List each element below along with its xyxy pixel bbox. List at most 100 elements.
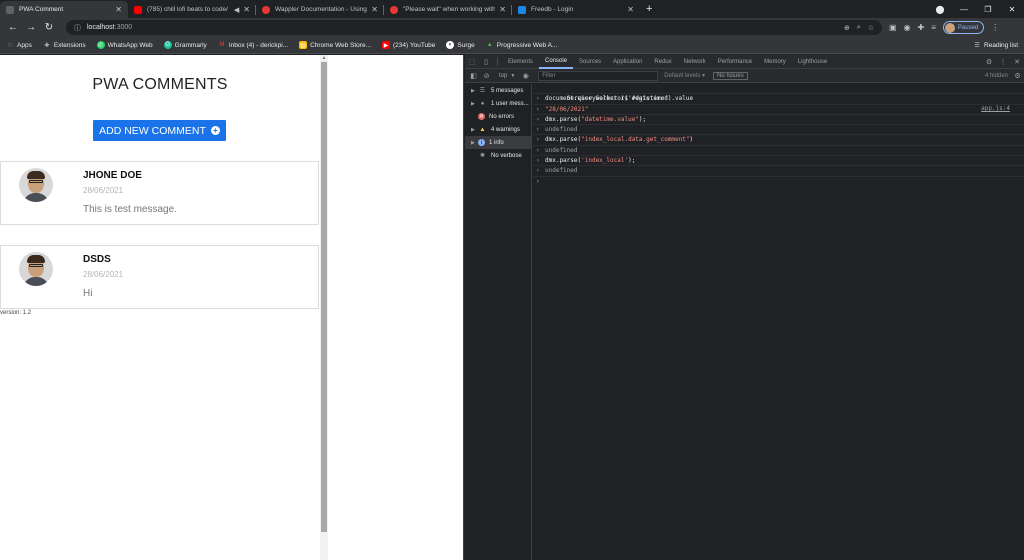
address-bar[interactable]: ⓘ localhost :3000 ⊕ ⌕ ☆ (66, 20, 882, 35)
tab-application[interactable]: Application (607, 55, 648, 69)
tab-freedb-login[interactable]: Freedb - Login ✕ (512, 1, 640, 18)
tab-network[interactable]: Network (678, 55, 712, 69)
gear-icon[interactable]: ⚙ (982, 58, 996, 66)
scrollbar-thumb[interactable] (321, 62, 327, 532)
close-icon[interactable]: ✕ (499, 5, 506, 14)
issues-button[interactable]: No Issues (713, 71, 748, 80)
sidebar-item-messages[interactable]: ▶ ☰ 5 messages (465, 84, 531, 97)
tab-memory[interactable]: Memory (758, 55, 792, 69)
close-icon[interactable]: ✕ (627, 5, 634, 14)
devtools-tabs: ⬚ ▯ Elements Console Sources Application… (465, 55, 1024, 69)
tab-title: PWA Comment (19, 6, 64, 13)
restore-icon[interactable]: ❐ (976, 5, 1000, 14)
forward-icon[interactable]: → (22, 22, 40, 33)
bookmarks-bar: ⁙ Apps ✚ Extensions ✆ WhatsApp Web G Grammar… (0, 37, 1024, 54)
tab-please-wait[interactable]: "Please wait" when working with ✕ (384, 1, 512, 18)
database-favicon-icon (518, 5, 526, 14)
add-comment-button[interactable]: ADD NEW COMMENT + (93, 120, 226, 141)
bookmark-apps[interactable]: ⁙ Apps (6, 41, 31, 49)
sidebar-toggle-icon[interactable]: ◧ (467, 72, 480, 80)
bookmark-surge[interactable]: ◐ Surge (446, 41, 475, 49)
bookmark-grammarly[interactable]: G Grammarly (163, 41, 207, 49)
close-icon[interactable]: ✕ (371, 5, 378, 14)
clear-console-icon[interactable]: ⊘ (480, 72, 493, 80)
media-icon[interactable]: ≡ (931, 23, 936, 32)
tab-lighthouse[interactable]: Lighthouse (792, 55, 833, 69)
close-icon[interactable]: ✕ (1010, 58, 1024, 66)
sidebar-item-warnings[interactable]: ▶ ▲ 4 warnings (465, 123, 531, 136)
blank-area (328, 55, 464, 560)
device-toolbar-icon[interactable]: ▯ (479, 58, 493, 66)
tab-elements[interactable]: Elements (502, 55, 539, 69)
star-icon[interactable]: ☆ (868, 24, 874, 32)
hidden-count: 4 hidden (984, 72, 1008, 79)
tab-performance[interactable]: Performance (712, 55, 758, 69)
info-icon: i (478, 139, 485, 146)
profile-button[interactable]: Paused (942, 21, 985, 34)
bookmark-youtube[interactable]: ▶ (234) YouTube (382, 41, 435, 49)
sidebar-item-user-messages[interactable]: ▶ ● 1 user mess... (465, 97, 531, 110)
page-scrollbar[interactable]: ▲ (320, 55, 328, 560)
webstore-icon: ▤ (299, 41, 308, 49)
error-icon: ✕ (478, 113, 485, 120)
gear-icon[interactable]: ⚙ (1011, 72, 1024, 80)
extension-icon[interactable]: ▣ (889, 23, 897, 32)
sidebar-item-errors[interactable]: ✕ No errors (465, 110, 531, 123)
console-result-line: ‹ "28/06/2021" (533, 105, 1024, 115)
inspect-icon[interactable]: ⬚ (465, 58, 479, 66)
reading-list-icon: ☰ (974, 42, 980, 49)
tab-search-icon[interactable]: ⬤ (928, 5, 952, 14)
filter-input[interactable]: Filter (538, 70, 659, 81)
close-icon[interactable]: ✕ (115, 5, 122, 14)
scroll-up-icon[interactable]: ▲ (320, 55, 328, 61)
version-label: version: 1.2 (0, 310, 32, 316)
bookmark-inbox[interactable]: M Inbox (4) - derickpi... (218, 41, 288, 49)
wappler-favicon-icon (262, 5, 270, 14)
close-icon[interactable]: ✕ (243, 5, 250, 14)
avatar (19, 252, 53, 286)
tab-wappler-docs[interactable]: Wappler Documentation - Using ✕ (256, 1, 384, 18)
new-tab-button[interactable]: + (640, 1, 658, 18)
chevron-right-icon: › (536, 177, 540, 185)
more-options-icon[interactable]: ⋮ (996, 58, 1010, 66)
tab-console[interactable]: Console (539, 55, 574, 69)
menu-icon[interactable]: ⋮ (991, 23, 999, 32)
info-icon[interactable]: ⓘ (74, 23, 81, 33)
sidebar-item-verbose[interactable]: ✺ No verbose (465, 149, 531, 162)
back-icon[interactable]: ← (4, 22, 22, 33)
console-sidebar: ▶ ☰ 5 messages ▶ ● 1 user mess... ✕ No errors… (465, 84, 532, 560)
comment-date: 28/06/2021 (83, 186, 124, 195)
log-levels-dropdown[interactable]: Default levels ▾ (664, 72, 705, 79)
browser-toolbar: ← → ↻ ⓘ localhost :3000 ⊕ ⌕ ☆ ▣ ◉ ✚ ≡ Pa… (0, 18, 1024, 37)
extension-icon[interactable]: ◉ (904, 23, 911, 32)
bookmark-webstore[interactable]: ▤ Chrome Web Store... (299, 41, 371, 49)
tab-lofi-beats[interactable]: (785) chill lofi beats to code/ ◀ ✕ (128, 1, 256, 18)
url-host: localhost (87, 24, 115, 31)
reload-icon[interactable]: ↻ (40, 22, 58, 33)
tab-sources[interactable]: Sources (573, 55, 607, 69)
zoom-icon[interactable]: ⌕ (857, 24, 861, 32)
tab-pwa-comment[interactable]: PWA Comment ✕ (0, 1, 128, 18)
tab-redux[interactable]: Redux (648, 55, 677, 69)
install-app-icon[interactable]: ⊕ (844, 24, 850, 32)
tab-title: Wappler Documentation - Using (275, 6, 367, 13)
whatsapp-icon: ✆ (96, 41, 105, 49)
sidebar-item-info[interactable]: ▶ i 1 info (465, 136, 531, 149)
bookmark-extensions[interactable]: ✚ Extensions (43, 41, 85, 49)
minimize-icon[interactable]: — (952, 5, 976, 14)
eye-icon[interactable]: ◉ (519, 72, 532, 80)
console-toolbar: ◧ ⊘ top ▼ ◉ Filter Default levels ▾ No Is… (465, 69, 1024, 83)
avatar (19, 168, 53, 202)
bookmark-pwa[interactable]: ▲ Progressive Web A... (486, 41, 558, 49)
context-selector[interactable]: top ▼ (499, 73, 515, 79)
chevron-right-icon: › (536, 136, 540, 144)
close-window-icon[interactable]: ✕ (1000, 5, 1024, 14)
puzzle-icon[interactable]: ✚ (918, 23, 925, 32)
bookmark-whatsapp[interactable]: ✆ WhatsApp Web (96, 41, 153, 49)
reading-list-button[interactable]: ☰ Reading list (973, 41, 1018, 49)
console-prompt-input[interactable]: › (533, 177, 1024, 187)
speaker-icon[interactable]: ◀ (234, 6, 239, 14)
avatar (944, 22, 955, 33)
comment-date: 28/06/2021 (83, 270, 124, 279)
puzzle-icon: ✚ (44, 42, 50, 49)
